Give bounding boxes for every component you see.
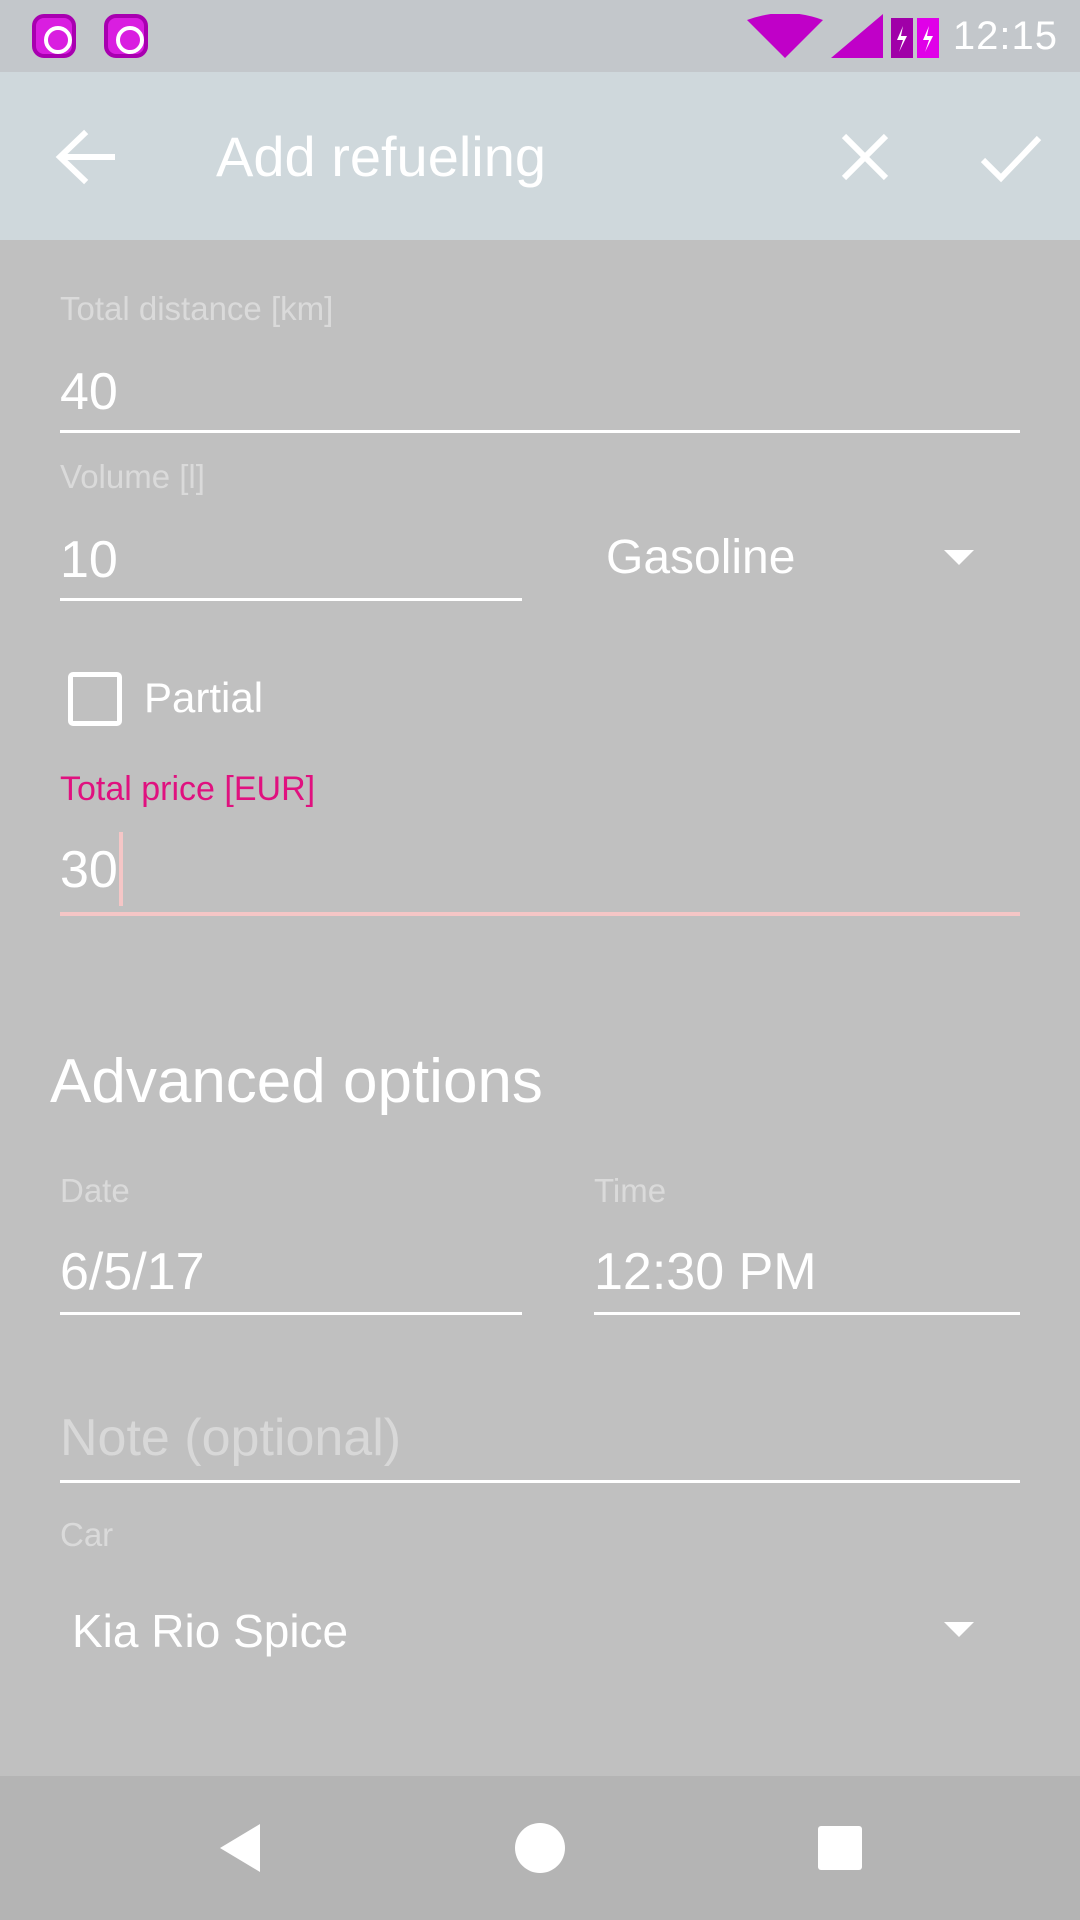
distance-underline [60, 430, 1020, 433]
date-field[interactable]: 6/5/17 [60, 1242, 205, 1302]
price-label: Total price [EUR] [60, 770, 316, 808]
notification-icon [104, 14, 148, 58]
battery-icon [890, 18, 939, 58]
text-cursor [119, 832, 123, 906]
time-field[interactable]: 12:30 PM [594, 1242, 817, 1302]
wifi-icon [746, 14, 823, 58]
status-bar: 12:15 [0, 0, 1080, 72]
note-underline [60, 1480, 1020, 1483]
close-icon[interactable] [830, 122, 900, 192]
date-underline [60, 1312, 522, 1315]
volume-label: Volume [l] [60, 458, 205, 495]
price-underline [60, 912, 1020, 916]
chevron-down-icon[interactable] [944, 1622, 974, 1637]
home-icon[interactable] [504, 1812, 576, 1884]
partial-checkbox[interactable] [68, 672, 122, 726]
date-label: Date [60, 1172, 130, 1209]
car-dropdown[interactable]: Kia Rio Spice [72, 1604, 348, 1658]
back-arrow-icon[interactable] [50, 122, 120, 192]
clock: 12:15 [952, 13, 1058, 58]
distance-label: Total distance [km] [60, 290, 334, 327]
volume-underline [60, 598, 522, 601]
car-label: Car [60, 1516, 114, 1553]
time-underline [594, 1312, 1020, 1315]
distance-input[interactable]: 40 [60, 362, 118, 422]
time-label: Time [594, 1172, 667, 1209]
price-input[interactable]: 30 [60, 840, 118, 900]
chevron-down-icon[interactable] [944, 550, 974, 565]
notification-icon [32, 14, 76, 58]
back-icon[interactable] [204, 1812, 276, 1884]
note-input[interactable]: Note (optional) [60, 1408, 401, 1468]
check-icon[interactable] [975, 122, 1045, 192]
page-title: Add refueling [216, 125, 547, 188]
fuel-type-dropdown[interactable]: Gasoline [606, 530, 795, 585]
signal-icon [830, 14, 883, 58]
volume-input[interactable]: 10 [60, 530, 118, 590]
advanced-options-heading: Advanced options [50, 1047, 543, 1116]
navigation-bar [0, 1776, 1080, 1920]
recents-icon[interactable] [804, 1812, 876, 1884]
partial-label[interactable]: Partial [144, 674, 263, 722]
app-bar: Add refueling [0, 72, 1080, 240]
status-icons: 12:15 [745, 12, 1058, 60]
